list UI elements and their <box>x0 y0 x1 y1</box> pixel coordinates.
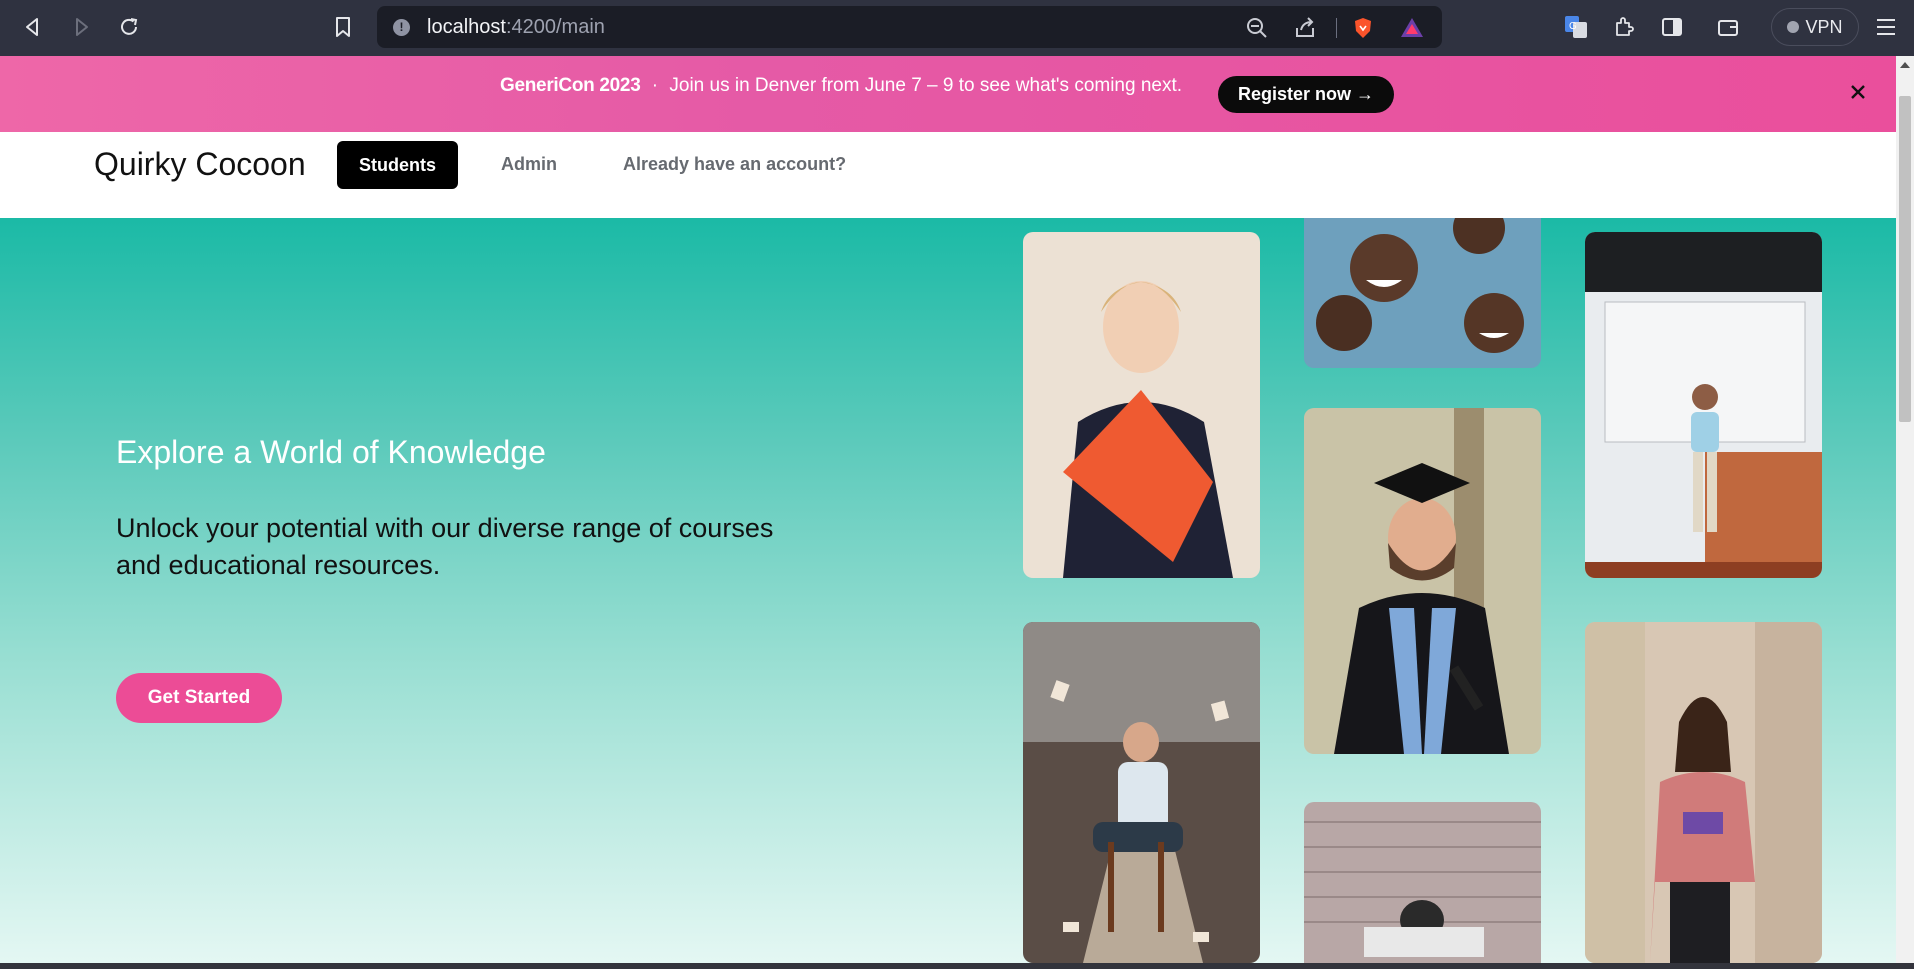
hero-subheading: Unlock your potential with our diverse r… <box>116 513 774 580</box>
teacher-in-classroom-photo <box>1585 232 1822 578</box>
page-viewport: GeneriCon 2023 · Join us in Denver from … <box>0 56 1896 963</box>
vpn-button[interactable]: VPN <box>1771 8 1859 46</box>
get-started-button[interactable]: Get Started <box>116 673 282 723</box>
smiling-children-photo <box>1304 218 1541 368</box>
close-icon[interactable] <box>1846 80 1870 104</box>
banner-separator: · <box>651 75 659 96</box>
hero-heading: Explore a World of Knowledge <box>116 434 546 470</box>
zoom-out-icon[interactable] <box>1245 16 1269 40</box>
nav-students[interactable]: Students <box>337 141 458 189</box>
hero-section: Explore a World of Knowledge Unlock your… <box>0 218 1896 963</box>
wallet-icon[interactable] <box>1713 12 1743 42</box>
banner-message: Join us in Denver from June 7 – 9 to see… <box>669 75 1183 96</box>
man-with-book-on-head-photo <box>1023 622 1260 963</box>
woman-with-folder-photo <box>1023 232 1260 578</box>
url-text[interactable]: localhost:4200/main <box>427 16 605 39</box>
scrollbar-thumb[interactable] <box>1899 96 1911 422</box>
woman-reading-photo <box>1585 622 1822 963</box>
nav-login-link[interactable]: Already have an account? <box>623 154 846 175</box>
banner-event-name: GeneriCon 2023 <box>500 75 641 96</box>
brick-wall-photo <box>1304 802 1541 963</box>
vpn-status-icon <box>1787 21 1800 33</box>
menu-icon[interactable] <box>1871 12 1901 42</box>
scroll-up-arrow-icon[interactable] <box>1900 62 1910 68</box>
translate-icon[interactable]: G <box>1561 12 1591 42</box>
graduate-photo <box>1304 408 1541 754</box>
reload-icon[interactable] <box>114 12 144 42</box>
vpn-label: VPN <box>1805 16 1843 37</box>
brand-logo-text[interactable]: Quirky Cocoon <box>94 146 306 183</box>
sidebar-icon[interactable] <box>1657 12 1687 42</box>
site-navbar: Quirky Cocoon Students Admin Already hav… <box>0 132 1896 218</box>
nav-admin[interactable]: Admin <box>501 154 557 175</box>
bookmark-icon[interactable] <box>328 12 358 42</box>
browser-toolbar: ! localhost:4200/main G VPN <box>0 0 1914 56</box>
extensions-icon[interactable] <box>1609 12 1639 42</box>
announcement-banner: GeneriCon 2023 · Join us in Denver from … <box>0 56 1896 132</box>
site-info-icon[interactable]: ! <box>393 19 410 36</box>
share-icon[interactable] <box>1293 16 1317 40</box>
register-now-button[interactable]: Register now → <box>1218 76 1394 113</box>
banner-text: GeneriCon 2023 · Join us in Denver from … <box>500 75 1182 97</box>
svg-text:G: G <box>1569 21 1577 32</box>
address-bar[interactable]: ! localhost:4200/main <box>377 6 1442 48</box>
page-scrollbar[interactable] <box>1896 56 1914 963</box>
forward-icon[interactable] <box>66 12 96 42</box>
brave-shield-icon[interactable] <box>1351 16 1375 40</box>
back-icon[interactable] <box>18 12 48 42</box>
brave-rewards-icon[interactable] <box>1399 16 1423 40</box>
bottom-edge <box>0 963 1914 969</box>
